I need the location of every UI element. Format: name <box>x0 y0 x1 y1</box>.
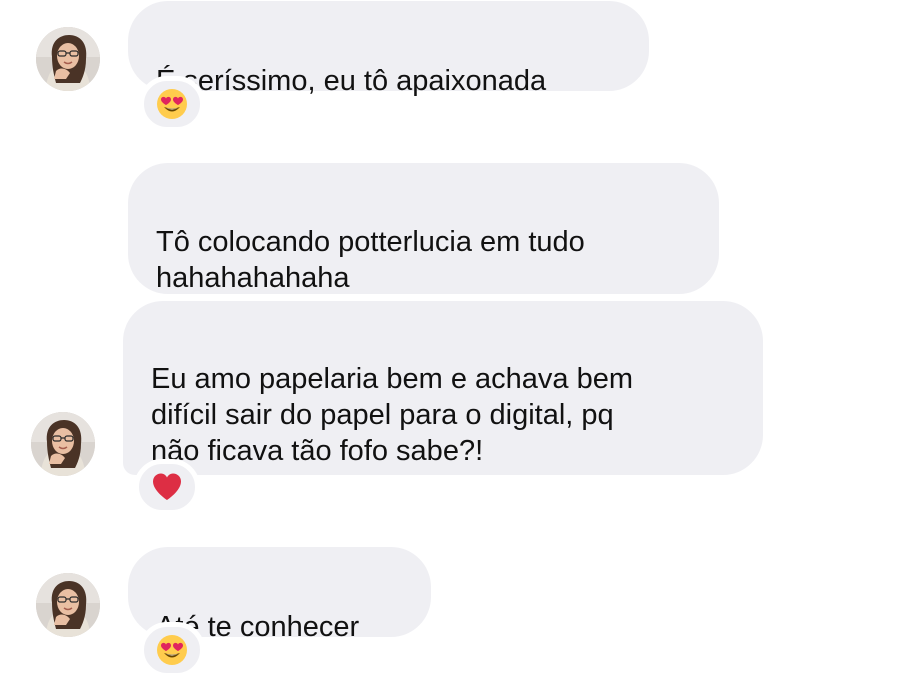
message-reaction[interactable] <box>139 622 205 678</box>
profile-photo-icon <box>31 412 95 476</box>
message-reaction[interactable] <box>139 76 205 132</box>
red-heart-emoji-icon <box>151 471 183 503</box>
message-reaction[interactable] <box>134 459 200 515</box>
avatar[interactable] <box>36 27 100 91</box>
profile-photo-icon <box>36 27 100 91</box>
message-text: Tô colocando potterlucia em tudo hahahah… <box>156 226 585 294</box>
heart-eyes-emoji-icon <box>156 634 188 666</box>
avatar[interactable] <box>36 573 100 637</box>
message-bubble[interactable]: Eu amo papelaria bem e achava bem difíci… <box>123 301 763 475</box>
avatar[interactable] <box>31 412 95 476</box>
message-bubble[interactable]: Tô colocando potterlucia em tudo hahahah… <box>128 163 719 294</box>
message-text: É seríssimo, eu tô apaixonada <box>156 65 547 97</box>
profile-photo-icon <box>36 573 100 637</box>
heart-eyes-emoji-icon <box>156 88 188 120</box>
message-text: Eu amo papelaria bem e achava bem difíci… <box>151 363 634 467</box>
message-bubble[interactable]: É seríssimo, eu tô apaixonada <box>128 1 649 97</box>
